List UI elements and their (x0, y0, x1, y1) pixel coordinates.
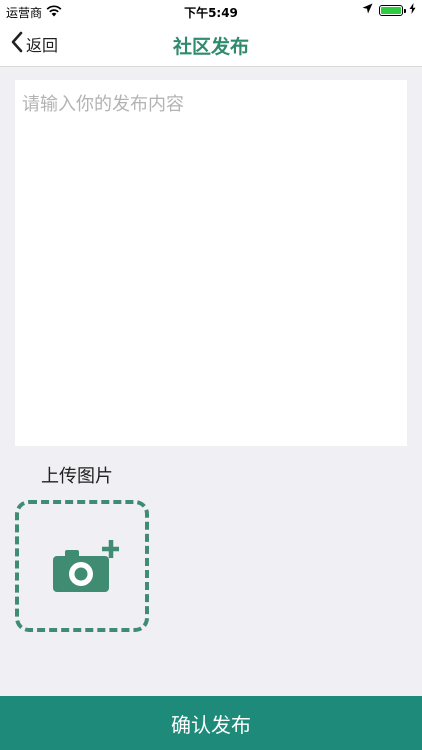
upload-image-label: 上传图片 (41, 466, 113, 487)
status-time: 下午5:49 (184, 6, 238, 20)
battery-level (381, 6, 401, 14)
confirm-publish-label: 确认发布 (171, 712, 251, 737)
page-title: 社区发布 (172, 36, 249, 58)
camera-plus-icon (51, 538, 120, 600)
battery-icon (379, 4, 406, 16)
status-right (362, 3, 416, 17)
upload-image-button[interactable] (15, 500, 149, 632)
nav-bar: 返回 社区发布 (0, 22, 422, 67)
confirm-publish-button[interactable]: 确认发布 (0, 696, 422, 750)
location-arrow-icon (362, 3, 373, 17)
status-bar: 运营商 下午5:49 (0, 0, 422, 22)
post-content-input[interactable] (15, 80, 407, 446)
post-content-area (15, 80, 407, 446)
charging-bolt-icon (409, 3, 416, 17)
